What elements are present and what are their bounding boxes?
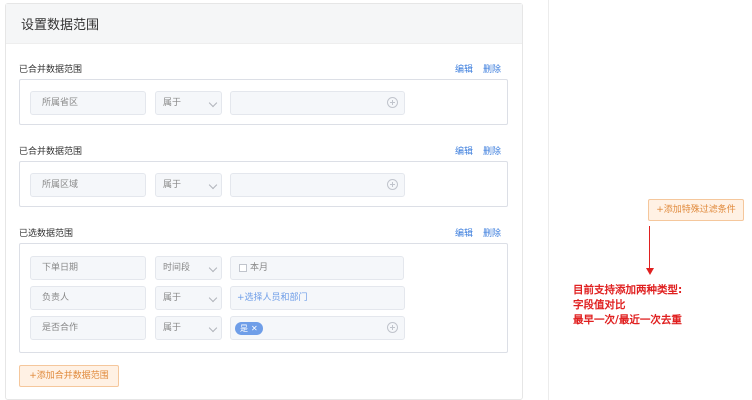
operator-select[interactable]: 属于 bbox=[155, 286, 222, 310]
chevron-down-icon bbox=[208, 98, 218, 108]
field-select[interactable]: 是否合作 bbox=[30, 316, 146, 340]
value-input[interactable]: 是 ✕ bbox=[230, 316, 405, 340]
close-icon[interactable]: ✕ bbox=[251, 324, 258, 333]
selected-tag: 是 ✕ bbox=[235, 322, 263, 335]
annotation-line: 目前支持添加两种类型: bbox=[573, 284, 683, 296]
edit-link[interactable]: 编辑 bbox=[455, 144, 473, 157]
field-select[interactable]: 所属省区 bbox=[30, 91, 146, 115]
operator-label: 属于 bbox=[163, 293, 182, 303]
arrow-head-icon bbox=[646, 268, 654, 275]
value-input[interactable] bbox=[230, 91, 405, 115]
delete-link[interactable]: 删除 bbox=[483, 226, 501, 239]
field-select[interactable]: 下单日期 bbox=[30, 256, 146, 280]
chevron-down-icon bbox=[208, 323, 218, 333]
operator-select[interactable]: 属于 bbox=[155, 316, 222, 340]
operator-select[interactable]: 属于 bbox=[155, 91, 222, 115]
edit-link[interactable]: 编辑 bbox=[455, 62, 473, 75]
annotation-note: 目前支持添加两种类型: 字段值对比 最早一次/最近一次去重 bbox=[573, 283, 682, 328]
add-circle-icon[interactable] bbox=[387, 97, 398, 108]
value-input[interactable]: 本月 bbox=[230, 256, 404, 280]
value-input[interactable] bbox=[230, 173, 405, 197]
add-special-filter-button[interactable]: +添加特殊过滤条件 bbox=[648, 199, 744, 221]
panel-title: 设置数据范围 bbox=[21, 18, 100, 33]
annotation-line: 最早一次/最近一次去重 bbox=[573, 314, 682, 326]
section-title: 已选数据范围 bbox=[19, 229, 74, 239]
delete-link[interactable]: 删除 bbox=[483, 144, 501, 157]
chevron-down-icon bbox=[208, 263, 218, 273]
operator-label: 属于 bbox=[163, 180, 182, 190]
annotation-line: 字段值对比 bbox=[573, 299, 626, 311]
chevron-down-icon bbox=[208, 293, 218, 303]
vertical-divider bbox=[548, 0, 549, 400]
section-title: 已合并数据范围 bbox=[19, 65, 83, 75]
field-select[interactable]: 所属区域 bbox=[30, 173, 146, 197]
field-select[interactable]: 负责人 bbox=[30, 286, 146, 310]
add-circle-icon[interactable] bbox=[387, 179, 398, 190]
operator-label: 属于 bbox=[163, 98, 182, 108]
operator-select[interactable]: 属于 bbox=[155, 173, 222, 197]
checkbox[interactable] bbox=[239, 264, 247, 272]
select-people-link[interactable]: +选择人员和部门 bbox=[237, 287, 308, 309]
value-input[interactable]: +选择人员和部门 bbox=[230, 286, 405, 310]
operator-label: 属于 bbox=[163, 323, 182, 333]
section-title: 已合并数据范围 bbox=[19, 147, 83, 157]
checkbox-label: 本月 bbox=[250, 263, 269, 273]
tag-label: 是 bbox=[240, 324, 248, 333]
operator-label: 时间段 bbox=[163, 263, 191, 273]
operator-select[interactable]: 时间段 bbox=[155, 256, 222, 280]
chevron-down-icon bbox=[208, 180, 218, 190]
delete-link[interactable]: 删除 bbox=[483, 62, 501, 75]
add-circle-icon[interactable] bbox=[387, 322, 398, 333]
edit-link[interactable]: 编辑 bbox=[455, 226, 473, 239]
add-merged-range-button[interactable]: +添加合并数据范围 bbox=[19, 365, 119, 387]
annotation-arrow bbox=[649, 226, 650, 270]
